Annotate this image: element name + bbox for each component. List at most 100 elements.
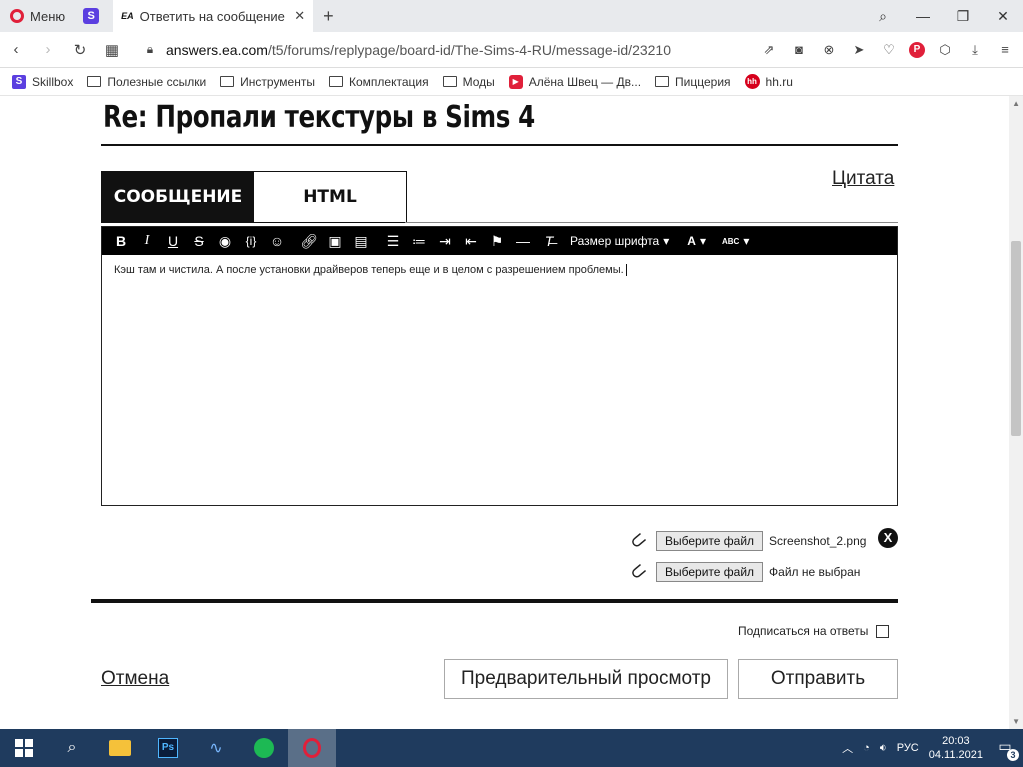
restore-icon[interactable]: ❐ [943,8,983,25]
tab-message[interactable]: СООБЩЕНИЕ [102,172,254,222]
scroll-down-icon[interactable]: ▼ [1012,717,1020,726]
start-button[interactable] [0,729,48,767]
clock[interactable]: 20:03 04.11.2021 [929,734,983,762]
bookmark-label: Комплектация [348,74,429,89]
easy-setup-icon[interactable]: ≡ [995,42,1015,57]
scroll-up-icon[interactable]: ▲ [1012,99,1020,108]
smiley-icon[interactable]: ☺ [266,230,288,252]
network-icon[interactable]: ◔ [863,742,870,754]
cancel-link[interactable]: Отмена [101,668,169,690]
taskbar-opera[interactable] [288,729,336,767]
tab-html[interactable]: HTML [254,172,406,222]
snapshot-icon[interactable]: ◙ [789,42,809,57]
subscribe-checkbox[interactable] [876,624,890,638]
taskbar-app[interactable]: ∿ [192,729,240,767]
taskbar-explorer[interactable] [96,729,144,767]
outdent-icon[interactable]: ⇤ [460,230,482,252]
submit-button[interactable]: Отправить [738,659,898,699]
url-field[interactable]: answers.ea.com/t5/forums/replypage/board… [166,42,759,58]
clock-time: 20:03 [942,735,970,747]
link-icon[interactable]: 🔗︎ [298,230,320,252]
spotify-icon [254,738,274,758]
photoshop-icon: Ps [158,738,178,758]
bookmark-useful-links[interactable]: Полезные ссылки [87,75,206,89]
image-icon[interactable]: ▣ [324,230,346,252]
page-viewport: Re: Пропали текстуры в Sims 4 СООБЩЕНИЕ … [0,96,1023,729]
bookmark-label: Skillbox [32,74,74,89]
preview-button[interactable]: Предварительный просмотр [444,659,728,699]
choose-file-button[interactable]: Выберите файл [656,561,764,582]
numbered-list-icon[interactable]: ☰ [382,230,404,252]
code-icon[interactable]: {i} [240,230,262,252]
choose-file-button[interactable]: Выберите файл [656,530,764,551]
bookmark-pizzeria[interactable]: Пиццерия [655,75,731,89]
language-indicator[interactable]: РУС [897,742,919,754]
editor-mode-tabs: СООБЩЕНИЕ HTML [101,171,407,223]
taskbar-photoshop[interactable]: Ps [144,729,192,767]
page-scrollbar[interactable]: ▲ ▼ [1009,96,1023,729]
chevron-down-icon: ▾ [663,234,670,248]
bookmark-tools[interactable]: Инструменты [220,75,315,89]
url-path: /t5/forums/replypage/board-id/The-Sims-4… [267,41,672,58]
download-icon[interactable]: ⤓ [965,42,985,58]
forward-icon[interactable]: › [32,41,64,58]
font-size-dropdown[interactable]: Размер шрифта ▾ [570,234,669,248]
notification-count: 3 [1007,749,1019,761]
bookmark-anchor-icon[interactable]: ⚑ [486,230,508,252]
clear-format-icon[interactable]: T̶ [538,230,560,252]
notifications-button[interactable]: ▭ 3 [993,738,1019,761]
bookmark-youtube[interactable]: ▶ Алёна Швец — Дв... [508,74,641,89]
video-icon[interactable]: ▤ [350,230,372,252]
indent-icon[interactable]: ⇥ [434,230,456,252]
bookmark-label: Пиццерия [675,74,731,89]
tabs-grid-icon[interactable]: ▦ [96,41,128,59]
bullet-list-icon[interactable]: ≔ [408,230,430,252]
bookmark-skillbox[interactable]: S Skillbox [12,74,74,89]
pinterest-icon[interactable]: P [909,41,925,58]
address-bar: ‹ › ↻ ▦ 🔒︎ answers.ea.com/t5/forums/repl… [0,32,1023,68]
back-icon[interactable]: ‹ [0,41,32,58]
address-bar-actions: ⇗ ◙ ⊗ ➤ ♡ P ⬡ ⤓ ≡ [759,41,1023,58]
opera-logo-icon [10,9,24,23]
chevron-down-icon: ▾ [743,234,750,248]
skillbox-tab-icon[interactable]: S [83,8,100,24]
cube-icon[interactable]: ⬡ [935,42,955,58]
minimize-icon[interactable]: — [903,8,943,24]
scroll-thumb[interactable] [1011,241,1021,436]
active-tab[interactable]: EA Ответить на сообщение - ✕ [113,0,314,32]
editor-body[interactable]: Кэш там и чистила. А после установки дра… [102,255,897,285]
quote-link[interactable]: Цитата [832,168,894,190]
opera-menu-button[interactable]: Меню [0,0,75,32]
bold-icon[interactable]: B [110,230,132,252]
folder-icon [220,76,235,87]
remove-attachment-icon[interactable]: X [878,528,898,548]
close-tab-icon[interactable]: ✕ [294,8,305,24]
tray-chevron-up-icon[interactable]: ︿ [842,740,853,756]
underline-icon[interactable]: U [162,230,184,252]
lock-icon[interactable]: 🔒︎ [138,42,162,57]
horizontal-rule-icon[interactable]: — [512,230,534,252]
send-icon[interactable]: ➤ [849,42,869,58]
taskbar-spotify[interactable] [240,729,288,767]
volume-icon[interactable]: 🔉︎ [880,742,887,755]
adblock-icon[interactable]: ⊗ [819,42,839,58]
search-icon[interactable]: ⌕ [48,729,96,767]
emoticon-cake-icon[interactable]: ◉ [214,230,236,252]
bookmark-hh[interactable]: hh hh.ru [744,74,793,89]
heart-icon[interactable]: ♡ [879,42,899,58]
bookmark-components[interactable]: Комплектация [328,74,429,89]
reload-icon[interactable]: ↻ [64,41,96,59]
search-tabs-icon[interactable]: ⌕ [863,8,903,25]
tabs-divider [405,222,898,223]
close-window-icon[interactable]: ✕ [983,8,1023,25]
subscribe-option: Подписаться на ответы [738,624,890,638]
font-color-dropdown[interactable]: A ▾ [687,234,706,248]
share-icon[interactable]: ⇗ [759,42,779,58]
strikethrough-icon[interactable]: S [188,230,210,252]
new-tab-icon[interactable]: + [323,6,334,27]
bookmark-mods[interactable]: Моды [442,75,495,89]
font-color-label: A [687,234,696,248]
font-size-label: Размер шрифта [570,234,660,248]
italic-icon[interactable]: I [136,230,158,252]
spellcheck-dropdown[interactable]: ABC ▾ [722,234,749,248]
